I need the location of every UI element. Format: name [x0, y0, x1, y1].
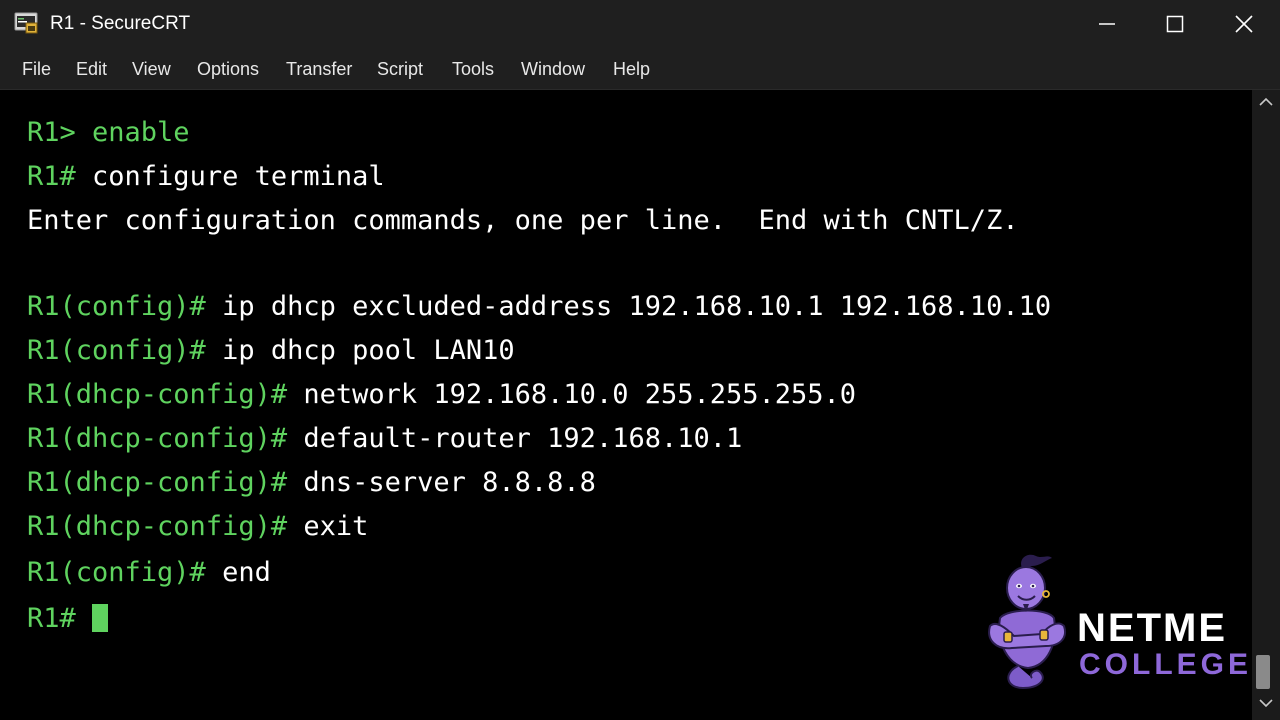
menu-tools[interactable]: Tools [452, 59, 494, 79]
command-text: ip dhcp excluded-address 192.168.10.1 19… [222, 291, 1052, 322]
terminal-line: R1# [27, 603, 109, 635]
prompt: R1(dhcp-config)# [27, 467, 304, 498]
vertical-scrollbar[interactable] [1252, 90, 1280, 720]
maximize-button[interactable] [1141, 0, 1209, 48]
securecrt-icon [14, 12, 38, 34]
command-text: ip dhcp pool LAN10 [222, 335, 515, 366]
command-text: end [222, 557, 271, 588]
terminal-line: Enter configuration commands, one per li… [27, 205, 1019, 237]
menu-options[interactable]: Options [197, 59, 259, 79]
prompt: R1# [27, 603, 93, 634]
prompt: R1(config)# [27, 291, 223, 322]
minimize-button[interactable] [1073, 0, 1141, 48]
prompt: R1(dhcp-config)# [27, 423, 304, 454]
command-text: enable [92, 117, 190, 148]
terminal-line: R1(dhcp-config)# dns-server 8.8.8.8 [27, 467, 596, 499]
logo-wordmark-line2: COLLEGE [1079, 648, 1253, 681]
title-bar: R1 - SecureCRT [0, 0, 1280, 48]
command-text: dns-server 8.8.8.8 [303, 467, 596, 498]
chevron-up-icon[interactable] [1258, 96, 1274, 108]
output-text: Enter configuration commands, one per li… [27, 205, 1019, 236]
command-text: configure terminal [92, 161, 385, 192]
prompt: R1(config)# [27, 557, 223, 588]
command-text: network 192.168.10.0 255.255.255.0 [303, 379, 857, 410]
minimize-icon [1099, 23, 1115, 25]
terminal-line: R1(config)# ip dhcp excluded-address 192… [27, 291, 1051, 323]
prompt: R1> [27, 117, 93, 148]
terminal-line: R1# configure terminal [27, 161, 385, 193]
maximize-icon [1166, 15, 1184, 33]
menu-window[interactable]: Window [521, 59, 585, 79]
command-text: exit [303, 511, 369, 542]
close-button[interactable] [1210, 0, 1278, 48]
terminal-line: R1(config)# ip dhcp pool LAN10 [27, 335, 515, 367]
menu-edit[interactable]: Edit [76, 59, 107, 79]
terminal-line: R1(dhcp-config)# default-router 192.168.… [27, 423, 742, 455]
menu-script[interactable]: Script [377, 59, 423, 79]
terminal-cursor [92, 604, 109, 632]
menu-bar: File Edit View Options Transfer Script T… [0, 48, 1280, 90]
command-text: default-router 192.168.10.1 [303, 423, 743, 454]
close-icon [1235, 15, 1253, 33]
menu-transfer[interactable]: Transfer [286, 59, 352, 79]
terminal-line: R1> enable [27, 117, 190, 149]
menu-help[interactable]: Help [613, 59, 650, 79]
prompt: R1(config)# [27, 335, 223, 366]
prompt: R1(dhcp-config)# [27, 379, 304, 410]
terminal-line: R1(config)# end [27, 557, 271, 589]
prompt: R1(dhcp-config)# [27, 511, 304, 542]
terminal-line: R1(dhcp-config)# exit [27, 511, 368, 543]
chevron-down-icon[interactable] [1258, 697, 1274, 709]
terminal-line: R1(dhcp-config)# network 192.168.10.0 25… [27, 379, 856, 411]
prompt: R1# [27, 161, 93, 192]
logo-wordmark-line1: NETME [1077, 606, 1227, 650]
scrollbar-thumb[interactable] [1256, 655, 1270, 689]
menu-file[interactable]: File [22, 59, 51, 79]
genie-mascot-icon [988, 554, 1066, 690]
window-title: R1 - SecureCRT [50, 13, 191, 34]
menu-view[interactable]: View [132, 59, 171, 79]
